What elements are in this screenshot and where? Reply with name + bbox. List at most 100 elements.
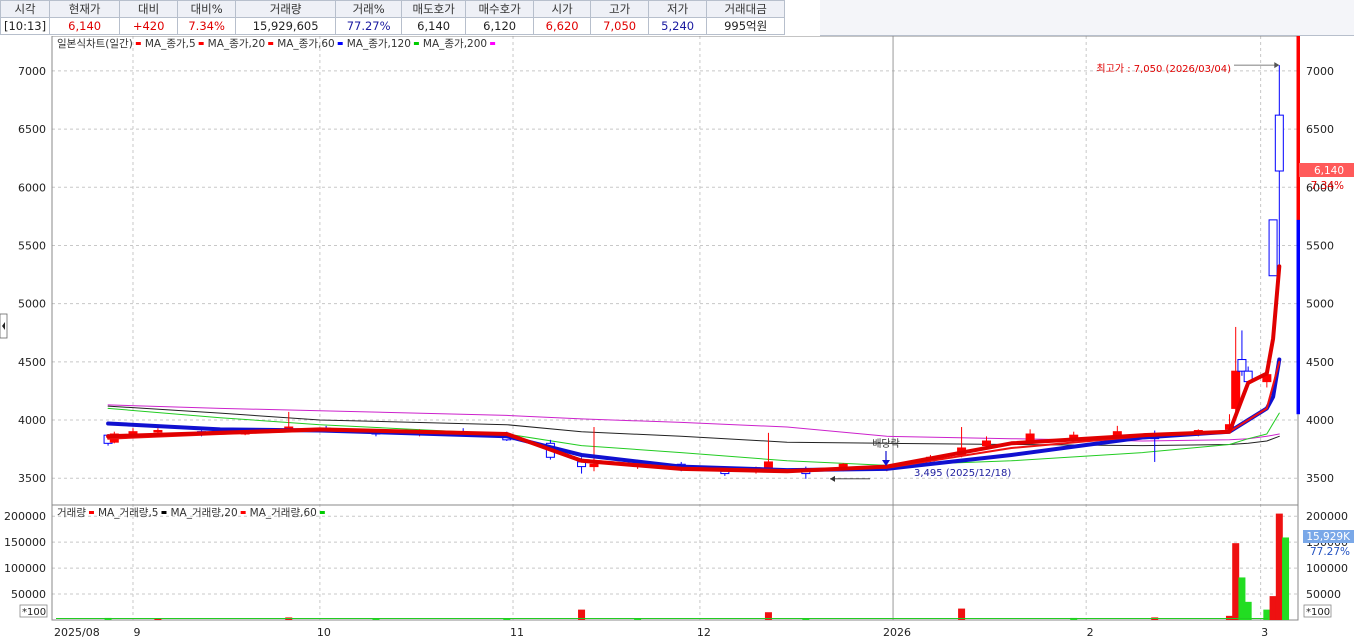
volume-bar <box>1275 513 1283 620</box>
volume-tick-label-left: 100000 <box>4 562 46 575</box>
value-amount: 995억원 <box>706 17 786 35</box>
volume-legend-label: MA_거래량,20 <box>170 507 237 519</box>
volume-legend-label: 거래량 <box>57 507 86 519</box>
volume-tick-label-right: 100000 <box>1306 562 1348 575</box>
price-tick-label-right: 6500 <box>1306 123 1334 136</box>
price-legend-label: MA_종가,60 <box>277 38 335 50</box>
current-volume-pct-text: 77.27% <box>1310 546 1350 558</box>
candle-body <box>153 430 163 433</box>
header-bid: 매수호가 <box>465 0 535 18</box>
price-tick-label-right: 4000 <box>1306 414 1334 427</box>
header-volume-pct: 거래% <box>335 0 403 18</box>
price-tick-label-left: 5500 <box>18 239 46 252</box>
candle-body <box>1069 434 1079 439</box>
x-axis-label: 9 <box>133 626 140 639</box>
volume-unit-left: *100 <box>22 607 46 618</box>
value-volume-pct: 77.27% <box>335 17 403 35</box>
volume-tick-label-left: 150000 <box>4 536 46 549</box>
volume-legend-swatch <box>240 511 246 514</box>
header-open: 시가 <box>533 0 592 18</box>
stock-chart[interactable]: 3500 3500 4000 4000 4500 4500 5000 5000 5500 5500… <box>0 36 1354 640</box>
volume-legend-swatch <box>88 511 94 514</box>
volume-bar <box>1244 601 1252 620</box>
volume-bar <box>1238 577 1246 620</box>
header-high: 고가 <box>590 0 650 18</box>
volume-bar <box>1282 537 1290 620</box>
price-legend-swatch <box>490 42 496 45</box>
right-edge-range-down <box>1296 219 1300 415</box>
x-axis-label: 2 <box>1087 626 1094 639</box>
volume-legend-swatch <box>319 511 325 514</box>
current-change-pct-text: 7.34% <box>1311 180 1344 192</box>
value-high: 7,050 <box>590 17 650 35</box>
price-legend-label: MA_종가,200 <box>423 38 487 50</box>
header-amount: 거래대금 <box>706 0 786 18</box>
high-price-annotation: 최고가 : 7,050 (2026/03/04) <box>1096 63 1231 75</box>
price-tick-label-left: 4500 <box>18 356 46 369</box>
header-ask: 매도호가 <box>401 0 467 18</box>
candle-body <box>982 440 991 447</box>
price-legend-swatch <box>135 42 141 45</box>
volume-legend-label: MA_거래량,60 <box>250 507 317 519</box>
price-tick-label-left: 6500 <box>18 123 46 136</box>
candle-body <box>1237 359 1247 372</box>
volume-legend-label: MA_거래량,5 <box>98 507 159 519</box>
price-legend-label: MA_종가,20 <box>208 38 266 50</box>
current-volume-tag-text: 15,929K <box>1306 531 1351 543</box>
x-axis-label: 10 <box>317 626 331 639</box>
value-price: 6,140 <box>49 17 121 35</box>
quote-bar-empty-area <box>820 0 1354 36</box>
value-change-pct: 7.34% <box>177 17 237 35</box>
candle-body <box>1025 433 1035 442</box>
header-volume: 거래량 <box>235 0 337 18</box>
volume-tick-label-right: 200000 <box>1306 510 1348 523</box>
price-legend-swatch <box>198 42 204 45</box>
header-price: 현재가 <box>49 0 121 18</box>
quote-value-row: [10:13] 6,140 +420 7.34% 15,929,605 77.2… <box>0 17 786 35</box>
candle-body <box>1268 219 1278 277</box>
dividend-marker-label: 배당락 <box>872 438 900 450</box>
header-low: 저가 <box>648 0 708 18</box>
volume-tick-label-left: 50000 <box>11 588 46 601</box>
x-axis-label: 3 <box>1261 626 1268 639</box>
x-axis-label: 12 <box>697 626 711 639</box>
current-price-tag-text: 6,140 <box>1314 165 1344 177</box>
x-axis-label: 2026 <box>883 626 911 639</box>
header-change: 대비 <box>119 0 179 18</box>
volume-bar <box>1232 543 1240 620</box>
value-time: [10:13] <box>0 17 51 35</box>
price-tick-label-right: 7000 <box>1306 65 1334 78</box>
low-price-annotation: 3,495 (2025/12/18) <box>914 468 1011 479</box>
value-volume: 15,929,605 <box>235 17 337 35</box>
quote-header-row: 시각 현재가 대비 대비% 거래량 거래% 매도호가 매수호가 시가 고가 저가… <box>0 0 786 18</box>
x-axis-label: 2025/08 <box>54 626 100 639</box>
price-legend-label: MA_종가,120 <box>347 38 411 50</box>
volume-bar <box>1225 615 1233 620</box>
chart-background <box>0 36 1354 640</box>
x-axis-label: 11 <box>510 626 524 639</box>
candle-body <box>589 463 599 468</box>
volume-tick-label-right: 50000 <box>1306 588 1341 601</box>
price-legend-swatch <box>413 42 419 45</box>
price-tick-label-left: 6000 <box>18 181 46 194</box>
price-tick-label-right: 5000 <box>1306 298 1334 311</box>
value-ask: 6,140 <box>401 17 467 35</box>
volume-legend: 거래량 MA_거래량,5 MA_거래량,20 MA_거래량,60 <box>57 507 325 519</box>
price-tick-label-left: 4000 <box>18 414 46 427</box>
price-legend-swatch <box>268 42 274 45</box>
price-tick-label-left: 5000 <box>18 298 46 311</box>
volume-legend-swatch <box>161 511 167 514</box>
price-legend-label: 일본식차트(일간) <box>57 37 133 50</box>
price-tick-label-right: 3500 <box>1306 472 1334 485</box>
price-tick-label-left: 7000 <box>18 65 46 78</box>
price-tick-label-right: 4500 <box>1306 356 1334 369</box>
candle-body <box>1274 114 1284 172</box>
price-legend-swatch <box>337 42 343 45</box>
header-change-pct: 대비% <box>177 0 237 18</box>
volume-tick-label-left: 200000 <box>4 510 46 523</box>
header-time: 시각 <box>0 0 51 18</box>
quote-table: 시각 현재가 대비 대비% 거래량 거래% 매도호가 매수호가 시가 고가 저가… <box>0 0 786 35</box>
price-tick-label-left: 3500 <box>18 472 46 485</box>
price-tick-label-right: 5500 <box>1306 239 1334 252</box>
value-low: 5,240 <box>648 17 708 35</box>
